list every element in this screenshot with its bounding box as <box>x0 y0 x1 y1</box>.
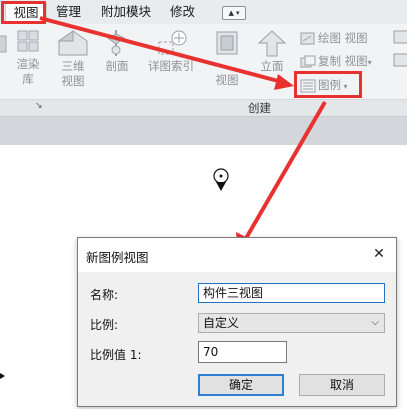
scale-select-value: 自定义 <box>203 316 240 330</box>
chevron-down-icon: ⌵ <box>371 317 379 328</box>
arrow-to-dialog-icon <box>236 100 327 252</box>
name-field[interactable]: 构件三视图 <box>198 283 385 303</box>
dialog-title-bar: 新图例视图 ✕ <box>78 238 396 272</box>
arrow-to-legend-icon <box>39 16 294 90</box>
close-icon[interactable]: ✕ <box>370 245 388 263</box>
name-label: 名称: <box>90 288 119 302</box>
scale-value-label: 比例值 1: <box>90 348 142 362</box>
dialog-title: 新图例视图 <box>86 250 149 265</box>
scale-select[interactable]: 自定义 ⌵ <box>198 313 385 333</box>
scale-label: 比例: <box>90 318 119 332</box>
cancel-button[interactable]: 取消 <box>299 374 385 396</box>
ok-button[interactable]: 确定 <box>198 374 284 396</box>
new-legend-view-dialog: 新图例视图 ✕ 名称: 构件三视图 比例: 自定义 ⌵ 比例值 1: 70 确定… <box>77 237 397 407</box>
scale-value-field[interactable]: 70 <box>198 341 287 363</box>
